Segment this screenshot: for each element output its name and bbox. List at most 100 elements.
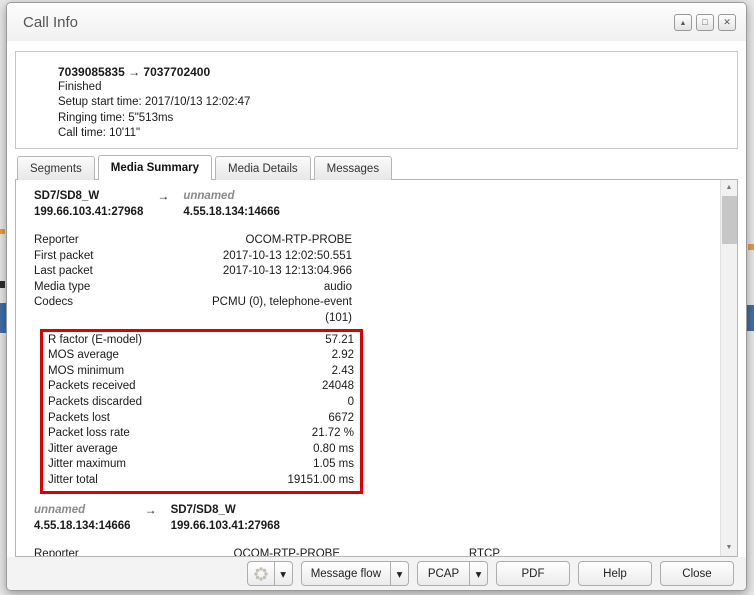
scroll-down-button[interactable]: ▼ [721, 540, 737, 556]
stream-info-table: ReporterOCOM-RTP-PROBEFirst packet2017-1… [34, 233, 352, 327]
close-button[interactable]: Close [660, 561, 734, 586]
setup-start-time: Setup start time: 2017/10/13 12:02:47 [58, 95, 727, 110]
row-label: MOS average [43, 348, 209, 364]
background-artifact [748, 244, 754, 250]
row-value: 2.92 [209, 348, 354, 364]
maximize-button[interactable]: □ [696, 14, 714, 31]
row-value: 0.80 ms [209, 442, 354, 458]
stream-endpoint: unnamed4.55.18.134:14666 [183, 188, 280, 220]
tab-media-summary[interactable]: Media Summary [98, 155, 212, 180]
row-label: Jitter total [43, 473, 209, 489]
info-row: Packet loss rate21.72 % [43, 426, 354, 442]
call-parties: 7039085835 → 7037702400 [58, 65, 727, 80]
row-value: 2017-10-13 12:13:04.966 [206, 264, 352, 280]
media-stream: SD7/SD8_W199.66.103.41:27968 → unnamed4.55… [34, 188, 720, 494]
row-value: audio [206, 280, 352, 296]
close-window-button[interactable]: ✕ [718, 14, 736, 31]
scrollbar-track[interactable] [721, 196, 737, 540]
endpoint-name: SD7/SD8_W [34, 188, 143, 204]
tab-messages[interactable]: Messages [314, 156, 392, 180]
settings-button[interactable] [247, 561, 274, 586]
row-label: Last packet [34, 264, 206, 280]
background-artifact [0, 281, 5, 288]
row-value: PCMU (0), telephone-event (101) [206, 295, 352, 326]
settings-split-button: ▾ [247, 561, 293, 586]
row-label: Packets received [43, 379, 209, 395]
scroll-up-button[interactable]: ▲ [721, 180, 737, 196]
endpoint-name: unnamed [34, 502, 131, 518]
endpoint-address: 4.55.18.134:14666 [34, 518, 131, 534]
stream-info-table: ReporterOCOM-RTP-PROBERTCPFirst packet20… [34, 547, 500, 557]
row-label: Packets discarded [43, 395, 209, 411]
row-value: OCOM-RTP-PROBE [206, 233, 352, 249]
pcap-dropdown-button[interactable]: ▾ [469, 561, 488, 586]
message-flow-dropdown-button[interactable]: ▾ [390, 561, 409, 586]
media-summary-panel: SD7/SD8_W199.66.103.41:27968→unnamed4.55… [15, 179, 738, 557]
info-row: R factor (E-model)57.21 [43, 333, 354, 349]
help-button[interactable]: Help [578, 561, 652, 586]
row-value: 0 [209, 395, 354, 411]
arrow-icon: → [145, 502, 157, 534]
row-value: 21.72 % [209, 426, 354, 442]
row-label: Packets lost [43, 411, 209, 427]
close-icon: ✕ [723, 17, 731, 27]
endpoint-name: SD7/SD8_W [171, 502, 280, 518]
dialog-title: Call Info [23, 14, 674, 31]
info-row: Jitter total19151.00 ms [43, 473, 354, 489]
message-flow-split-button: Message flow ▾ [301, 561, 409, 586]
call-status: Finished [58, 80, 727, 95]
info-row: Last packet2017-10-13 12:13:04.966 [34, 264, 352, 280]
info-row: CodecsPCMU (0), telephone-event (101) [34, 295, 352, 326]
pcap-button[interactable]: PCAP [417, 561, 469, 586]
stream-endpoint: SD7/SD8_W199.66.103.41:27968 [171, 502, 280, 534]
call-info-dialog: Call Info ▲ □ ✕ 7039085835 → 7037702400 … [6, 2, 747, 591]
row-value: 1.05 ms [209, 457, 354, 473]
tab-segments[interactable]: Segments [17, 156, 95, 180]
info-row: Media typeaudio [34, 280, 352, 296]
pcap-split-button: PCAP ▾ [417, 561, 488, 586]
info-row: Packets received24048 [43, 379, 354, 395]
info-row: Packets lost6672 [43, 411, 354, 427]
stream-endpoint: unnamed4.55.18.134:14666 [34, 502, 131, 534]
row-value: OCOM-RTP-PROBE [206, 547, 340, 557]
row-value: 6672 [209, 411, 354, 427]
stream-endpoint: SD7/SD8_W199.66.103.41:27968 [34, 188, 143, 220]
info-row: MOS minimum2.43 [43, 364, 354, 380]
message-flow-button[interactable]: Message flow [301, 561, 390, 586]
spinner-dots-icon [253, 566, 269, 582]
row-label: R factor (E-model) [43, 333, 209, 349]
arrow-icon: → [157, 188, 169, 220]
footer-toolbar: ▾ Message flow ▾ PCAP ▾ PDF Help Close [7, 557, 746, 590]
info-row: ReporterOCOM-RTP-PROBERTCP [34, 547, 500, 557]
ringing-time: Ringing time: 5"513ms [58, 111, 727, 126]
scrollbar-thumb[interactable] [722, 196, 737, 244]
row-label: Jitter maximum [43, 457, 209, 473]
endpoint-address: 199.66.103.41:27968 [34, 204, 143, 220]
collapse-button[interactable]: ▲ [674, 14, 692, 31]
tab-bar: SegmentsMedia SummaryMedia DetailsMessag… [15, 153, 738, 179]
media-stream: unnamed4.55.18.134:14666 → SD7/SD8_W199.66… [34, 502, 720, 557]
endpoint-name: unnamed [183, 188, 280, 204]
tab-media-details[interactable]: Media Details [215, 156, 311, 180]
endpoint-address: 4.55.18.134:14666 [183, 204, 280, 220]
media-summary-content: SD7/SD8_W199.66.103.41:27968→unnamed4.55… [16, 180, 720, 556]
row-value: 19151.00 ms [209, 473, 354, 489]
row-value-rtcp: RTCP [340, 547, 500, 557]
dialog-titlebar: Call Info ▲ □ ✕ [7, 3, 746, 41]
row-label: Jitter average [43, 442, 209, 458]
pdf-button[interactable]: PDF [496, 561, 570, 586]
vertical-scrollbar[interactable]: ▲ ▼ [720, 180, 737, 556]
background-artifact [0, 229, 5, 234]
quality-metrics-highlight: R factor (E-model)57.21MOS average2.92MO… [40, 329, 363, 494]
quality-metrics-table: R factor (E-model)57.21MOS average2.92MO… [43, 333, 354, 489]
row-value: 57.21 [209, 333, 354, 349]
row-label: Reporter [34, 233, 206, 249]
info-row: MOS average2.92 [43, 348, 354, 364]
endpoint-address: 199.66.103.41:27968 [171, 518, 280, 534]
stream-header: SD7/SD8_W199.66.103.41:27968 → unnamed4.55… [34, 188, 720, 220]
settings-dropdown-button[interactable]: ▾ [274, 561, 293, 586]
row-value: 2017-10-13 12:02:50.551 [206, 249, 352, 265]
info-row: First packet2017-10-13 12:02:50.551 [34, 249, 352, 265]
stream-header: unnamed4.55.18.134:14666 → SD7/SD8_W199.66… [34, 502, 720, 534]
caret-down-icon: ▾ [280, 567, 286, 581]
